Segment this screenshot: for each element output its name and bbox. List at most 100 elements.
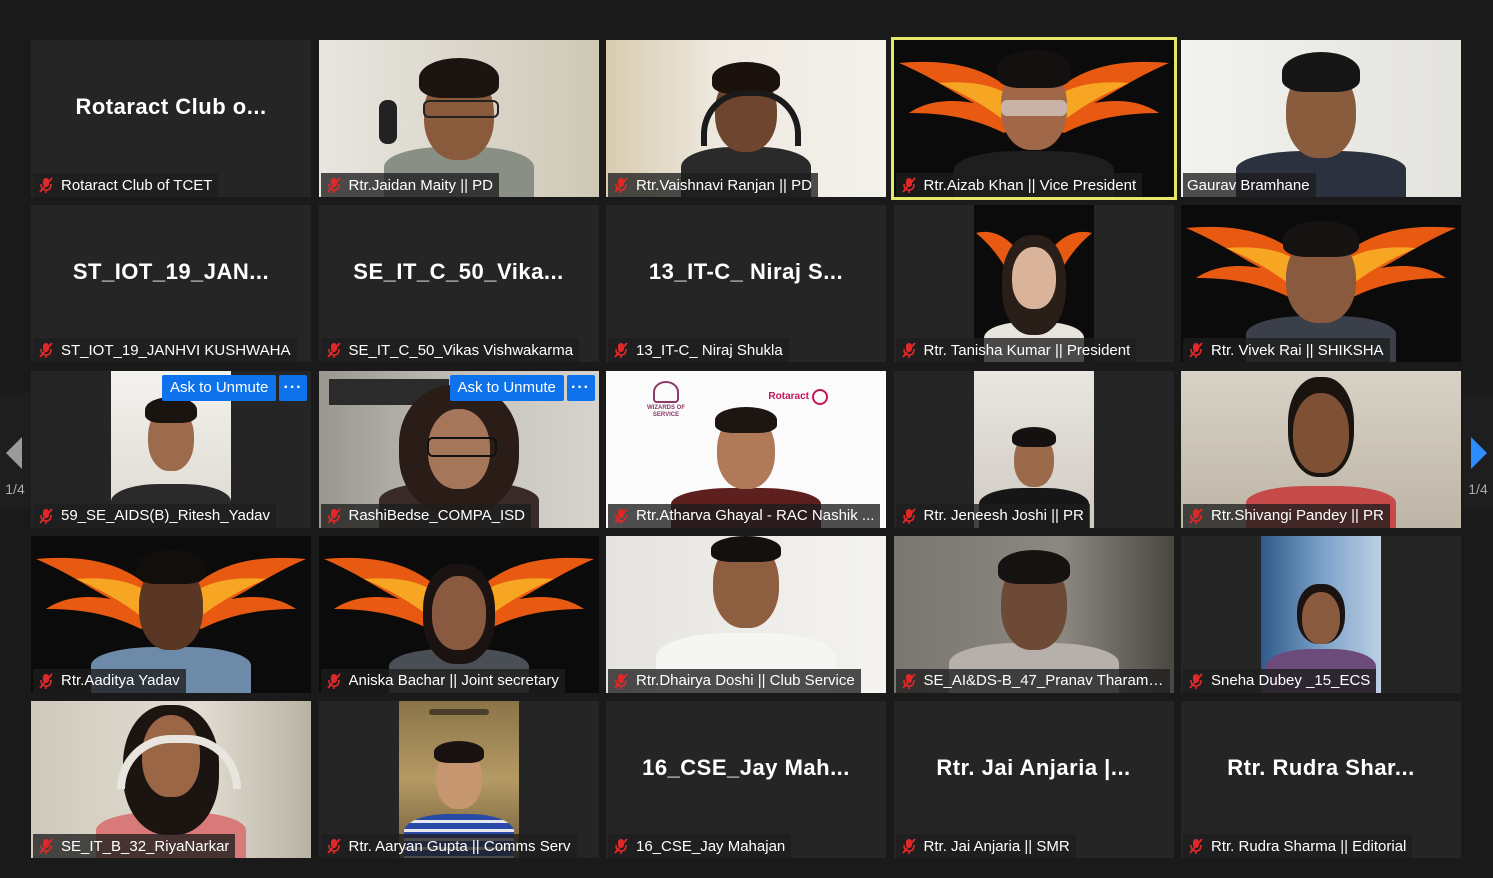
participant-tile[interactable]: Rtr.Shivangi Pandey || PR xyxy=(1181,370,1461,528)
muted-mic-icon xyxy=(1189,342,1203,359)
ask-to-unmute-button[interactable]: Ask to Unmute xyxy=(449,374,564,401)
participant-tile[interactable]: Rtr.Aaditya Yadav xyxy=(31,535,311,693)
participant-name: SE_IT_C_50_Vikas Vishwakarma xyxy=(348,341,574,359)
more-options-button[interactable]: ··· xyxy=(279,374,307,401)
participant-tile[interactable]: Ask to Unmute ··· 59_SE_AIDS(B)_Ritesh_Y… xyxy=(31,370,311,528)
participant-name: Rtr. Vivek Rai || SHIKSHA xyxy=(1211,341,1384,359)
participant-tile[interactable]: WIZARDS OF SERVICE Rotaract Rtr.Atharva … xyxy=(606,370,886,528)
muted-mic-icon xyxy=(901,838,916,854)
participant-avatar-name: 13_IT-C_ Niraj S... xyxy=(648,258,844,284)
participant-name-label: Rtr.Aizab Khan || Vice President xyxy=(895,173,1143,197)
more-options-button[interactable]: ··· xyxy=(566,374,595,401)
participant-name: Rtr. Aaryan Gupta || Comms Serv xyxy=(348,837,571,855)
muted-mic-icon xyxy=(326,342,341,359)
participant-name-label: SE_AI&DS-B_47_Pranav Tharamm... xyxy=(895,668,1170,693)
muted-mic-icon xyxy=(614,342,628,359)
participant-name-label: 59_SE_AIDS(B)_Ritesh_Yadav xyxy=(33,503,277,528)
participant-name-label: Rtr.Vaishnavi Ranjan || PD xyxy=(608,173,818,197)
participant-name-label: Rtr. Aaryan Gupta || Comms Serv xyxy=(320,834,577,858)
participant-name: Rtr.Aaditya Yadav xyxy=(61,672,180,690)
participant-tile[interactable]: Ask to Unmute ··· RashiBedse_COMPA_ISD xyxy=(318,370,599,528)
muted-mic-icon xyxy=(901,507,916,524)
chevron-right-icon xyxy=(1471,437,1487,469)
participant-tile[interactable]: SE_IT_C_50_Vika... SE_IT_C_50_Vikas Vish… xyxy=(318,205,599,363)
participant-name: Rtr. Jeneesh Joshi || PR xyxy=(923,507,1084,524)
participant-tile[interactable]: 16_CSE_Jay Mah... 16_CSE_Jay Mahajan xyxy=(606,701,886,858)
participant-name-label: Sneha Dubey _15_ECS xyxy=(1183,668,1377,693)
muted-mic-icon xyxy=(39,673,53,689)
participant-tile[interactable]: 13_IT-C_ Niraj S... 13_IT-C_ Niraj Shukl… xyxy=(606,205,886,363)
participant-name: Rotaract Club of TCET xyxy=(61,176,213,194)
participant-tile-active-speaker[interactable]: Rtr.Aizab Khan || Vice President xyxy=(890,37,1177,200)
chevron-left-icon xyxy=(6,437,22,469)
muted-mic-icon xyxy=(326,177,341,193)
participant-tile[interactable]: Gaurav Bramhane xyxy=(1181,40,1461,197)
participant-avatar-name: Rtr. Rudra Shar... xyxy=(1227,754,1415,780)
participant-name: Rtr.Aizab Khan || Vice President xyxy=(923,176,1137,194)
participant-name: Rtr.Shivangi Pandey || PR xyxy=(1211,507,1384,524)
participant-name-label: RashiBedse_COMPA_ISD xyxy=(320,503,531,528)
muted-mic-icon xyxy=(326,673,341,689)
participant-name-label: Rtr.Dhairya Doshi || Club Service xyxy=(608,668,861,693)
participant-tile[interactable]: Rtr. Rudra Shar... Rtr. Rudra Sharma || … xyxy=(1181,701,1461,858)
participant-tile[interactable]: Rtr. Jai Anjaria |... Rtr. Jai Anjaria |… xyxy=(893,701,1174,858)
muted-mic-icon xyxy=(326,838,341,854)
muted-mic-icon xyxy=(614,507,628,524)
participant-avatar-name: Rotaract Club o... xyxy=(75,93,267,119)
muted-mic-icon xyxy=(614,673,628,689)
participant-name-label: Rtr. Tanisha Kumar || President xyxy=(895,338,1137,363)
participant-tile[interactable]: Rotaract Club o... Rotaract Club of TCET xyxy=(31,40,311,197)
participant-name-label: Rtr. Vivek Rai || SHIKSHA xyxy=(1183,338,1390,363)
participant-name: Aniska Bachar || Joint secretary xyxy=(348,672,559,690)
participant-name: Sneha Dubey _15_ECS xyxy=(1211,672,1371,690)
participant-name: Rtr.Atharva Ghayal - RAC Nashik ... xyxy=(636,507,875,524)
participant-avatar-name: ST_IOT_19_JAN... xyxy=(72,258,270,284)
participant-name-label: SE_IT_C_50_Vikas Vishwakarma xyxy=(320,338,580,363)
participant-name-label: Rtr.Aaditya Yadav xyxy=(33,668,186,693)
muted-mic-icon xyxy=(1189,673,1203,689)
video-gallery: Rotaract Club o... Rotaract Club of TCET… xyxy=(31,37,1461,858)
participant-name: RashiBedse_COMPA_ISD xyxy=(348,507,525,524)
participant-name-label: Rtr.Atharva Ghayal - RAC Nashik ... xyxy=(608,503,881,528)
participant-name-label: 16_CSE_Jay Mahajan xyxy=(608,834,792,858)
participant-name-label: Rtr. Rudra Sharma || Editorial xyxy=(1183,834,1413,858)
participant-name-label: Rtr. Jai Anjaria || SMR xyxy=(895,834,1076,858)
participant-tile[interactable]: Rtr. Aaryan Gupta || Comms Serv xyxy=(318,701,599,858)
participant-name-label: Rtr.Jaidan Maity || PD xyxy=(320,173,500,197)
participant-name-label: Rtr. Jeneesh Joshi || PR xyxy=(895,503,1090,528)
participant-tile[interactable]: SE_AI&DS-B_47_Pranav Tharamm... xyxy=(893,535,1174,693)
participant-name: Rtr. Tanisha Kumar || President xyxy=(923,341,1131,359)
participant-avatar-name: SE_IT_C_50_Vika... xyxy=(353,258,564,284)
participant-name: Rtr.Dhairya Doshi || Club Service xyxy=(636,672,855,690)
participant-tile[interactable]: SE_IT_B_32_RiyaNarkar xyxy=(31,701,311,858)
participant-tile[interactable]: Rtr. Vivek Rai || SHIKSHA xyxy=(1181,205,1461,363)
muted-mic-icon xyxy=(39,838,53,854)
ask-to-unmute-button[interactable]: Ask to Unmute xyxy=(162,374,277,401)
participant-name-label: Rotaract Club of TCET xyxy=(33,173,219,197)
muted-mic-icon xyxy=(326,507,341,524)
muted-mic-icon xyxy=(39,507,53,524)
muted-mic-icon xyxy=(39,342,53,359)
participant-name-label: Aniska Bachar || Joint secretary xyxy=(320,668,565,693)
muted-mic-icon xyxy=(1189,507,1203,524)
participant-tile[interactable]: Rtr. Tanisha Kumar || President xyxy=(893,205,1174,363)
muted-mic-icon xyxy=(614,838,628,854)
participant-name: 13_IT-C_ Niraj Shukla xyxy=(636,341,783,359)
participant-tile[interactable]: Rtr. Jeneesh Joshi || PR xyxy=(893,370,1174,528)
participant-name-label: SE_IT_B_32_RiyaNarkar xyxy=(33,834,236,858)
participant-name-label: Gaurav Bramhane xyxy=(1183,173,1316,197)
participant-avatar-name: Rtr. Jai Anjaria |... xyxy=(936,754,1131,780)
participant-tile[interactable]: Sneha Dubey _15_ECS xyxy=(1181,535,1461,693)
participant-tile[interactable]: Rtr.Jaidan Maity || PD xyxy=(318,40,599,197)
participant-tile[interactable]: ST_IOT_19_JAN... ST_IOT_19_JANHVI KUSHWA… xyxy=(31,205,311,363)
participant-name: SE_IT_B_32_RiyaNarkar xyxy=(61,837,230,855)
participant-name: 16_CSE_Jay Mahajan xyxy=(636,837,786,855)
participant-name: SE_AI&DS-B_47_Pranav Tharamm... xyxy=(923,672,1164,690)
participant-tile[interactable]: Rtr.Dhairya Doshi || Club Service xyxy=(606,535,886,693)
participant-tile[interactable]: Rtr.Vaishnavi Ranjan || PD xyxy=(606,40,886,197)
participant-tile[interactable]: Aniska Bachar || Joint secretary xyxy=(318,535,599,693)
participant-name: Rtr.Vaishnavi Ranjan || PD xyxy=(636,176,812,194)
next-page-button[interactable]: 1/4 xyxy=(1463,393,1493,508)
previous-page-button[interactable]: 1/4 xyxy=(0,393,30,508)
muted-mic-icon xyxy=(39,177,53,193)
